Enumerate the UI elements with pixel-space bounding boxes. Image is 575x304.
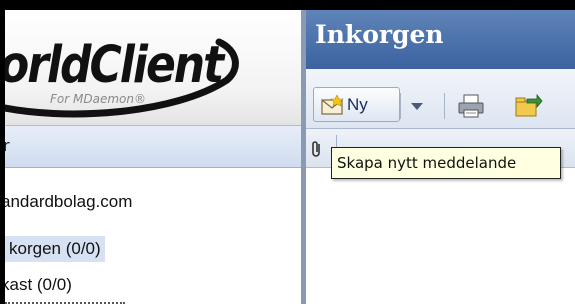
logo-text: orldClient xyxy=(5,36,224,95)
main-pane: Inkorgen Ny Skapa nytt meddelande xyxy=(306,10,575,304)
page-title: Inkorgen xyxy=(315,20,444,49)
app-window: orldClient For MDaemon® r andardbolag.co… xyxy=(0,0,575,304)
toolbar-separator xyxy=(400,93,401,119)
sidebar-item-drafts[interactable]: kast (0/0) xyxy=(5,275,72,295)
folders-header: r xyxy=(5,125,301,168)
chevron-down-icon[interactable] xyxy=(404,91,430,121)
sidebar: orldClient For MDaemon® r andardbolag.co… xyxy=(5,10,301,304)
account-name[interactable]: andardbolag.com xyxy=(5,192,132,212)
paperclip-icon[interactable] xyxy=(310,140,324,158)
folders-header-label: r xyxy=(5,136,10,155)
toolbar-separator xyxy=(444,93,445,119)
new-message-icon xyxy=(321,94,344,115)
tooltip: Skapa nytt meddelande xyxy=(331,147,561,179)
folder-titlebar: Inkorgen xyxy=(306,10,575,69)
new-message-button[interactable]: Ny xyxy=(313,87,400,122)
sidebar-item-inbox[interactable]: korgen (0/0) xyxy=(5,236,105,262)
move-folder-icon[interactable] xyxy=(513,91,543,121)
print-icon[interactable] xyxy=(456,92,486,120)
logo-subtitle: For MDaemon® xyxy=(50,92,146,106)
new-message-label: Ny xyxy=(347,95,368,114)
toolbar: Ny xyxy=(306,69,575,129)
logo: orldClient For MDaemon® xyxy=(5,10,301,125)
